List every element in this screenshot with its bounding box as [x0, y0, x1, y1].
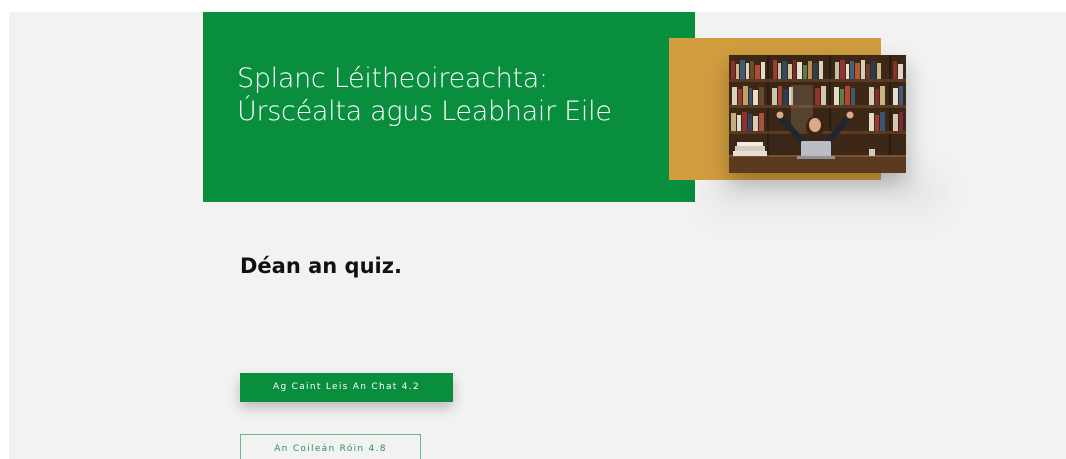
library-photo-illustration	[729, 55, 906, 173]
hero-banner: Splanc Léitheoireachta: Úrscéalta agus L…	[203, 12, 695, 202]
page: Splanc Léitheoireachta: Úrscéalta agus L…	[0, 0, 1066, 459]
quiz-button-ag-caint-leis-an-chat[interactable]: Ag Caint Leis An Chat 4.2	[240, 373, 453, 402]
hero-title: Splanc Léitheoireachta: Úrscéalta agus L…	[237, 63, 612, 127]
hero-photo	[729, 55, 906, 173]
quiz-button-an-coilean-roin[interactable]: An Coileán Róin 4.8	[240, 434, 421, 459]
quiz-heading: Déan an quiz.	[240, 254, 402, 278]
content-canvas: Splanc Léitheoireachta: Úrscéalta agus L…	[9, 12, 1066, 459]
